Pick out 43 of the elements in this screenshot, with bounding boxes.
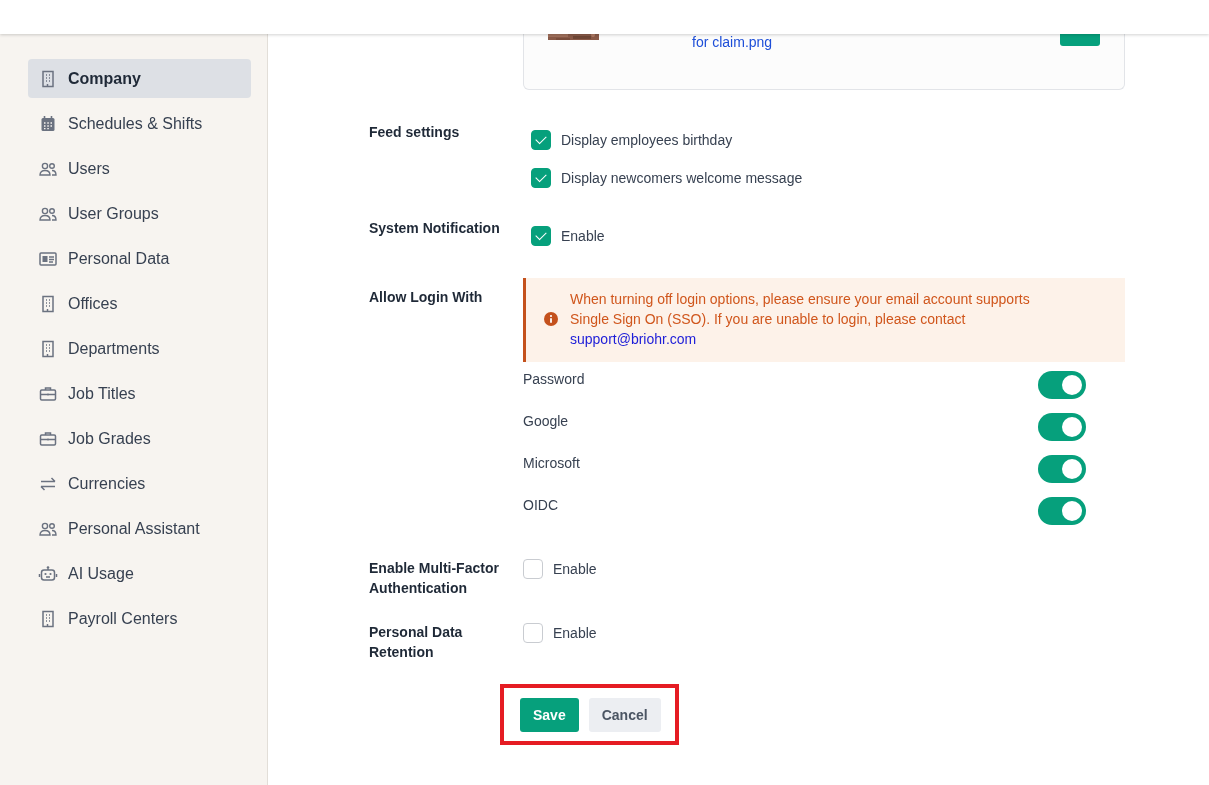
checkbox[interactable] <box>531 226 551 246</box>
setting-label: Feed settings <box>369 123 461 142</box>
toggle-switch[interactable] <box>1038 497 1086 525</box>
sidebar-item[interactable]: User Groups <box>28 194 251 233</box>
checkbox-label: Display employees birthday <box>561 132 733 148</box>
calendar-icon <box>38 113 58 134</box>
sidebar-item[interactable]: Company <box>28 59 251 98</box>
sidebar-item[interactable]: Personal Assistant <box>28 509 251 548</box>
sidebar-item[interactable]: Departments <box>28 329 251 368</box>
info-icon <box>544 312 558 326</box>
sidebar-item[interactable]: Payroll Centers <box>28 599 251 638</box>
toggle-label: OIDC <box>523 496 558 514</box>
checkbox[interactable] <box>531 168 551 188</box>
sidebar-item[interactable]: Schedules & Shifts <box>28 104 251 143</box>
sidebar-item[interactable]: Offices <box>28 284 251 323</box>
checkbox[interactable] <box>523 623 543 643</box>
setting-label: Allow Login With <box>369 288 484 307</box>
sidebar-item[interactable]: Job Titles <box>28 374 251 413</box>
checkbox[interactable] <box>531 130 551 150</box>
setting-label: System Notification <box>369 219 501 238</box>
setting-label: Enable Multi-Factor Authentication <box>369 559 500 598</box>
email-link[interactable]: support@briohr.com <box>570 331 697 347</box>
file-link[interactable]: for claim.png <box>692 34 773 50</box>
setting-label: Personal Data Retention <box>369 623 464 662</box>
checkbox-label: Enable <box>553 561 597 577</box>
checkbox-label: Enable <box>553 625 597 641</box>
toggle-label: Microsoft <box>523 454 580 472</box>
toggle-switch[interactable] <box>1038 455 1086 483</box>
toggle-label: Google <box>523 412 569 430</box>
checkbox-label: Display newcomers welcome message <box>561 170 803 186</box>
cancel-button[interactable]: Cancel <box>588 698 661 732</box>
toggle-switch[interactable] <box>1038 371 1086 399</box>
toggle-switch[interactable] <box>1038 413 1086 441</box>
sidebar-item[interactable]: Currencies <box>28 464 251 503</box>
sidebar-item[interactable]: AI Usage <box>28 554 251 593</box>
toggle-label: Password <box>523 370 585 388</box>
checkbox-label: Enable <box>561 228 605 244</box>
alert-message: When turning off login options, please ensure your email account supports Single Sign On (SSO). If you are unable to login, please contact support@briohr.com <box>570 290 1031 349</box>
sidebar-item[interactable]: Job Grades <box>28 419 251 458</box>
robot-icon <box>38 563 58 584</box>
sidebar-item[interactable]: Users <box>28 149 251 188</box>
sidebar-item[interactable]: Personal Data <box>28 239 251 278</box>
checkbox[interactable] <box>523 559 543 579</box>
